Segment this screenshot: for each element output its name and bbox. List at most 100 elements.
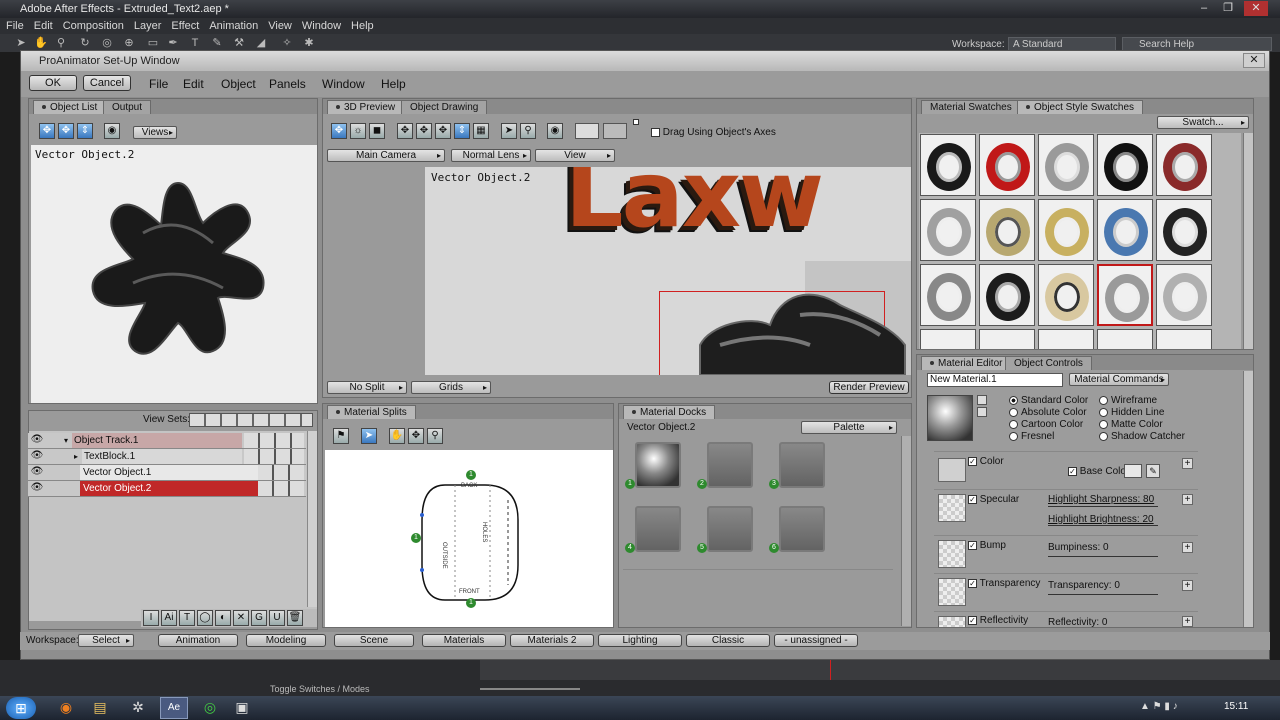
material-dock[interactable]	[635, 506, 681, 552]
zoom-tool-icon[interactable]: ⚲	[54, 36, 68, 50]
transparency-preview[interactable]	[938, 578, 966, 606]
bump-toggle[interactable]: ✓ Bump	[968, 540, 1006, 551]
extruded-text-object[interactable]: Laxw	[565, 167, 824, 248]
type-tool-icon[interactable]: T	[188, 36, 202, 50]
brush-tool-icon[interactable]: ✎	[210, 36, 224, 50]
tray-icons[interactable]: ▲ ⚑ ▮ ♪	[1140, 701, 1178, 712]
material-dock[interactable]	[707, 442, 753, 488]
material-dock[interactable]	[779, 442, 825, 488]
style-swatch[interactable]	[979, 329, 1035, 349]
transparency-toggle[interactable]: ✓ Transparency	[968, 578, 1040, 589]
style-swatch[interactable]	[979, 264, 1035, 326]
hand-tool-icon[interactable]: ✋	[34, 36, 48, 50]
gear-object-3d[interactable]	[690, 285, 910, 375]
ae-workspace-select[interactable]: A Standard	[1008, 37, 1116, 51]
radio-standard-color[interactable]: Standard Color	[1009, 395, 1088, 407]
radio-shadow-catcher[interactable]: Shadow Catcher	[1099, 431, 1185, 443]
workspace-materials-button[interactable]: Materials	[422, 634, 506, 647]
tab-object-controls[interactable]: Object Controls	[1005, 356, 1092, 370]
orbit-icon[interactable]: ✥	[331, 123, 347, 139]
material-editor-scrollbar[interactable]	[1243, 371, 1253, 627]
preview-settings-icon[interactable]	[977, 395, 987, 405]
rotate-icon[interactable]: ✥	[416, 123, 432, 139]
track-row[interactable]: 👁 Vector Object.2	[28, 481, 306, 497]
move-xy-icon[interactable]: ✥	[58, 123, 74, 139]
style-swatch-selected[interactable]	[1097, 264, 1153, 326]
pointer-icon[interactable]: ➤	[501, 123, 517, 139]
track-switches[interactable]	[244, 433, 304, 448]
eraser-tool-icon[interactable]: ◢	[254, 36, 268, 50]
bumpiness-slider[interactable]	[1048, 556, 1158, 557]
ok-button[interactable]: OK	[29, 75, 77, 91]
pen-tool-icon[interactable]: ✒	[166, 36, 180, 50]
style-swatch[interactable]	[979, 134, 1035, 196]
render-icon[interactable]: ◼	[369, 123, 385, 139]
workspace-classic-button[interactable]: Classic	[686, 634, 770, 647]
camera-tool-icon[interactable]: ◎	[100, 36, 114, 50]
start-button-icon[interactable]: ⊞	[6, 697, 36, 719]
workspace-lighting-button[interactable]: Lighting	[598, 634, 682, 647]
style-swatch[interactable]	[920, 134, 976, 196]
axes-toggle[interactable]	[633, 119, 639, 125]
minimize-icon[interactable]: –	[1192, 1, 1216, 16]
highlight-brightness-slider[interactable]	[1048, 525, 1158, 526]
radio-cartoon-color[interactable]: Cartoon Color	[1009, 419, 1088, 431]
radio-hidden-line[interactable]: Hidden Line	[1099, 407, 1185, 419]
add-bump-icon[interactable]: +	[1182, 542, 1193, 553]
timeline-playhead[interactable]	[830, 660, 831, 680]
style-swatch[interactable]	[1097, 134, 1153, 196]
pan-tool-icon[interactable]: ⊕	[122, 36, 136, 50]
views-dropdown[interactable]: Views	[133, 126, 177, 139]
style-swatch[interactable]	[1156, 134, 1212, 196]
ungroup-icon[interactable]: U	[269, 610, 285, 626]
drag-axes-option[interactable]: Drag Using Object's Axes	[651, 127, 776, 138]
app-icon[interactable]: ✲	[128, 699, 148, 717]
tab-material-splits[interactable]: Material Splits	[327, 405, 416, 419]
pa-menu-help[interactable]: Help	[381, 77, 406, 91]
tab-object-style-swatches[interactable]: Object Style Swatches	[1017, 100, 1144, 114]
move-z-icon[interactable]: ⇕	[77, 123, 93, 139]
workspace-animation-button[interactable]: Animation	[158, 634, 238, 647]
ae-menu-composition[interactable]: Composition	[63, 20, 124, 32]
move-icon[interactable]: ✥	[39, 123, 55, 139]
roto-tool-icon[interactable]: ✧	[280, 36, 294, 50]
material-commands-dropdown[interactable]: Material Commands	[1069, 373, 1169, 386]
workspace-modeling-button[interactable]: Modeling	[246, 634, 326, 647]
radio-fresnel[interactable]: Fresnel	[1009, 431, 1088, 443]
illustrator-import-icon[interactable]: Ai	[161, 610, 177, 626]
docks-scrollbar[interactable]	[901, 436, 911, 626]
style-swatch[interactable]	[1038, 264, 1094, 326]
track-name-selected[interactable]: Vector Object.2	[80, 481, 258, 496]
split-marker[interactable]: 1	[466, 470, 476, 480]
tab-material-swatches[interactable]: Material Swatches	[921, 100, 1021, 114]
scale-icon[interactable]: ✥	[435, 123, 451, 139]
track-name[interactable]: Object Track.1	[72, 433, 242, 448]
ae-menu-effect[interactable]: Effect	[171, 20, 199, 32]
material-dock-chrome[interactable]	[635, 442, 681, 488]
color-preview[interactable]	[938, 458, 966, 482]
reflectivity-toggle[interactable]: ✓ Reflectivity	[968, 615, 1028, 626]
highlight-sharpness-slider[interactable]	[1048, 506, 1158, 507]
app-icon[interactable]: ▣	[232, 699, 252, 717]
splits-canvas[interactable]: 1 1 1 BACK FRONT OUTSIDE HOLES	[325, 450, 613, 627]
highlight-brightness-label[interactable]: Highlight Brightness: 20	[1048, 514, 1154, 525]
transparency-slider[interactable]	[1048, 594, 1158, 595]
type-object-icon[interactable]: T	[179, 610, 195, 626]
radio-absolute-color[interactable]: Absolute Color	[1009, 407, 1088, 419]
base-color-swatch[interactable]	[1124, 464, 1142, 478]
grids-dropdown[interactable]: Grids	[411, 381, 491, 394]
style-swatch[interactable]	[1097, 199, 1153, 261]
track-switches[interactable]	[258, 481, 304, 496]
style-swatch[interactable]	[1156, 329, 1212, 349]
clone-tool-icon[interactable]: ⚒	[232, 36, 246, 50]
bumpiness-label[interactable]: Bumpiness: 0	[1048, 542, 1109, 553]
add-specular-icon[interactable]: +	[1182, 494, 1193, 505]
folder-icon[interactable]: ▤	[90, 699, 110, 717]
pa-close-icon[interactable]: ✕	[1243, 53, 1265, 68]
radio-wireframe[interactable]: Wireframe	[1099, 395, 1185, 407]
firefox-icon[interactable]: ◉	[56, 699, 76, 717]
tab-output[interactable]: Output	[103, 100, 152, 114]
add-color-icon[interactable]: +	[1182, 458, 1193, 469]
style-swatch[interactable]	[1038, 134, 1094, 196]
split-marker[interactable]: 1	[411, 533, 421, 543]
